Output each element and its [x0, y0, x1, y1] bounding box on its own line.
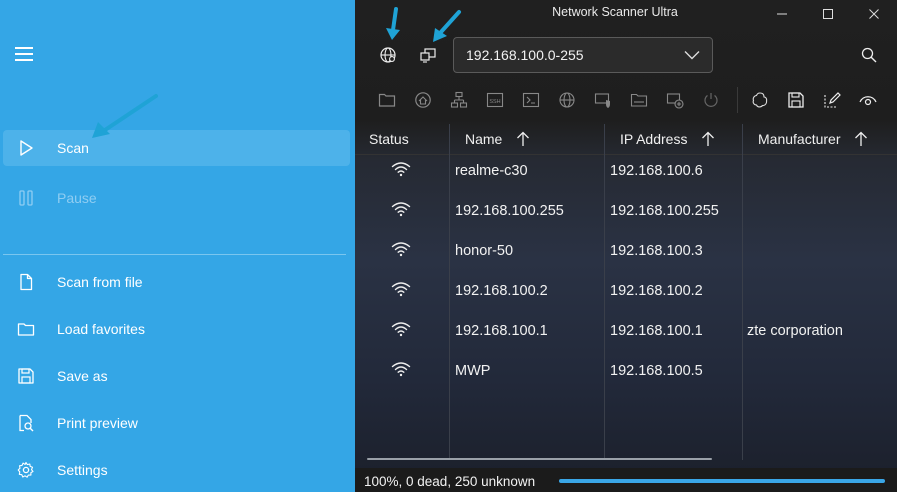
sidebar-item-label: Settings — [57, 462, 108, 478]
close-button[interactable] — [851, 0, 897, 28]
wifi-icon — [391, 202, 411, 217]
terminal-icon[interactable] — [519, 88, 543, 112]
status-bar: 100%, 0 dead, 250 unknown — [355, 468, 897, 492]
wifi-icon — [391, 362, 411, 377]
print-preview-icon — [15, 412, 37, 434]
open-folder-icon[interactable] — [375, 88, 399, 112]
sort-ascending-icon — [517, 131, 530, 146]
maximize-button[interactable] — [805, 0, 851, 28]
sidebar-item-scan[interactable]: Scan — [3, 130, 350, 166]
minimize-button[interactable] — [759, 0, 805, 28]
wifi-icon — [391, 162, 411, 177]
table-row[interactable]: 192.168.100.2 192.168.100.2 — [355, 271, 897, 311]
remote-device-icon[interactable] — [415, 42, 441, 68]
save-icon[interactable] — [784, 88, 808, 112]
ip-range-value: 192.168.100.0-255 — [466, 47, 584, 63]
cell-ip: 192.168.100.1 — [610, 323, 703, 339]
table-row[interactable]: MWP 192.168.100.5 — [355, 351, 897, 391]
sidebar-item-scan-from-file[interactable]: Scan from file — [3, 264, 350, 300]
cell-name: honor-50 — [455, 243, 514, 259]
wifi-icon — [391, 282, 411, 297]
cell-ip: 192.168.100.5 — [610, 363, 703, 379]
table-row[interactable]: 192.168.100.255 192.168.100.255 — [355, 191, 897, 231]
scan-progress-bar — [559, 479, 885, 483]
gear-icon — [15, 459, 37, 481]
column-header-ip-address[interactable]: IP Address — [620, 124, 715, 154]
cell-name: 192.168.100.2 — [455, 283, 548, 299]
sidebar-item-save-as[interactable]: Save as — [3, 358, 350, 394]
ai-assistant-icon[interactable] — [748, 88, 772, 112]
column-header-manufacturer[interactable]: Manufacturer — [758, 124, 868, 154]
column-header-status[interactable]: Status — [369, 124, 409, 154]
eye-icon[interactable] — [856, 88, 880, 112]
wifi-icon — [391, 322, 411, 337]
toolbar: SSH — [375, 87, 892, 113]
sidebar-item-label: Scan — [57, 140, 89, 156]
cell-manufacturer: zte corporation — [747, 323, 843, 339]
sidebar-item-label: Scan from file — [57, 274, 143, 290]
ssh-icon[interactable]: SSH — [483, 88, 507, 112]
scan-progress-fill — [559, 479, 885, 483]
horizontal-scrollbar[interactable] — [367, 458, 712, 460]
play-icon — [15, 137, 37, 159]
sidebar-item-settings[interactable]: Settings — [3, 452, 350, 488]
sidebar-item-load-favorites[interactable]: Load favorites — [3, 311, 350, 347]
globe-network-icon[interactable] — [375, 42, 401, 68]
sidebar-item-label: Print preview — [57, 415, 138, 431]
table-row[interactable]: honor-50 192.168.100.3 — [355, 231, 897, 271]
remote-shield-icon[interactable] — [591, 88, 615, 112]
folder-icon — [15, 318, 37, 340]
column-header-name[interactable]: Name — [465, 124, 530, 154]
sidebar-item-label: Save as — [57, 368, 108, 384]
ip-range-dropdown[interactable]: 192.168.100.0-255 — [453, 37, 713, 73]
cell-name: MWP — [455, 363, 491, 379]
wifi-icon — [391, 242, 411, 257]
home-network-icon[interactable] — [411, 88, 435, 112]
window-title: Network Scanner Ultra — [552, 5, 678, 19]
annotation-arrow-icon — [386, 7, 400, 40]
chevron-down-icon — [680, 50, 704, 60]
cell-name: realme-c30 — [455, 163, 528, 179]
annotation-arrow-icon — [92, 94, 158, 138]
main-panel: Network Scanner Ultra 192.168.100.0-255 — [355, 0, 897, 492]
hamburger-menu-icon[interactable] — [14, 44, 34, 64]
toolbar-divider — [737, 87, 738, 113]
sidebar-item-pause[interactable]: Pause — [3, 180, 350, 216]
svg-text:SSH: SSH — [489, 99, 500, 105]
drive-icon[interactable] — [627, 88, 651, 112]
cell-ip: 192.168.100.255 — [610, 203, 719, 219]
sidebar-item-label: Pause — [57, 190, 97, 206]
sidebar-divider — [3, 254, 346, 255]
network-topology-icon[interactable] — [447, 88, 471, 112]
cell-ip: 192.168.100.2 — [610, 283, 703, 299]
sidebar: Scan Pause Scan from file Load favorites… — [0, 0, 355, 492]
web-browser-icon[interactable] — [555, 88, 579, 112]
cell-name: 192.168.100.1 — [455, 323, 548, 339]
pause-icon — [15, 187, 37, 209]
status-text: 100%, 0 dead, 250 unknown — [364, 474, 536, 489]
cell-ip: 192.168.100.3 — [610, 243, 703, 259]
edit-icon[interactable] — [820, 88, 844, 112]
file-icon — [15, 271, 37, 293]
power-icon[interactable] — [699, 88, 723, 112]
table-row[interactable]: realme-c30 192.168.100.6 — [355, 151, 897, 191]
search-icon[interactable] — [856, 42, 882, 68]
cell-name: 192.168.100.255 — [455, 203, 564, 219]
sidebar-item-print-preview[interactable]: Print preview — [3, 405, 350, 441]
sort-ascending-icon — [702, 131, 715, 146]
table-row[interactable]: 192.168.100.1 192.168.100.1 zte corporat… — [355, 311, 897, 351]
sort-ascending-icon — [855, 131, 868, 146]
cell-ip: 192.168.100.6 — [610, 163, 703, 179]
add-device-icon[interactable] — [663, 88, 687, 112]
save-icon — [15, 365, 37, 387]
sidebar-item-label: Load favorites — [57, 321, 145, 337]
